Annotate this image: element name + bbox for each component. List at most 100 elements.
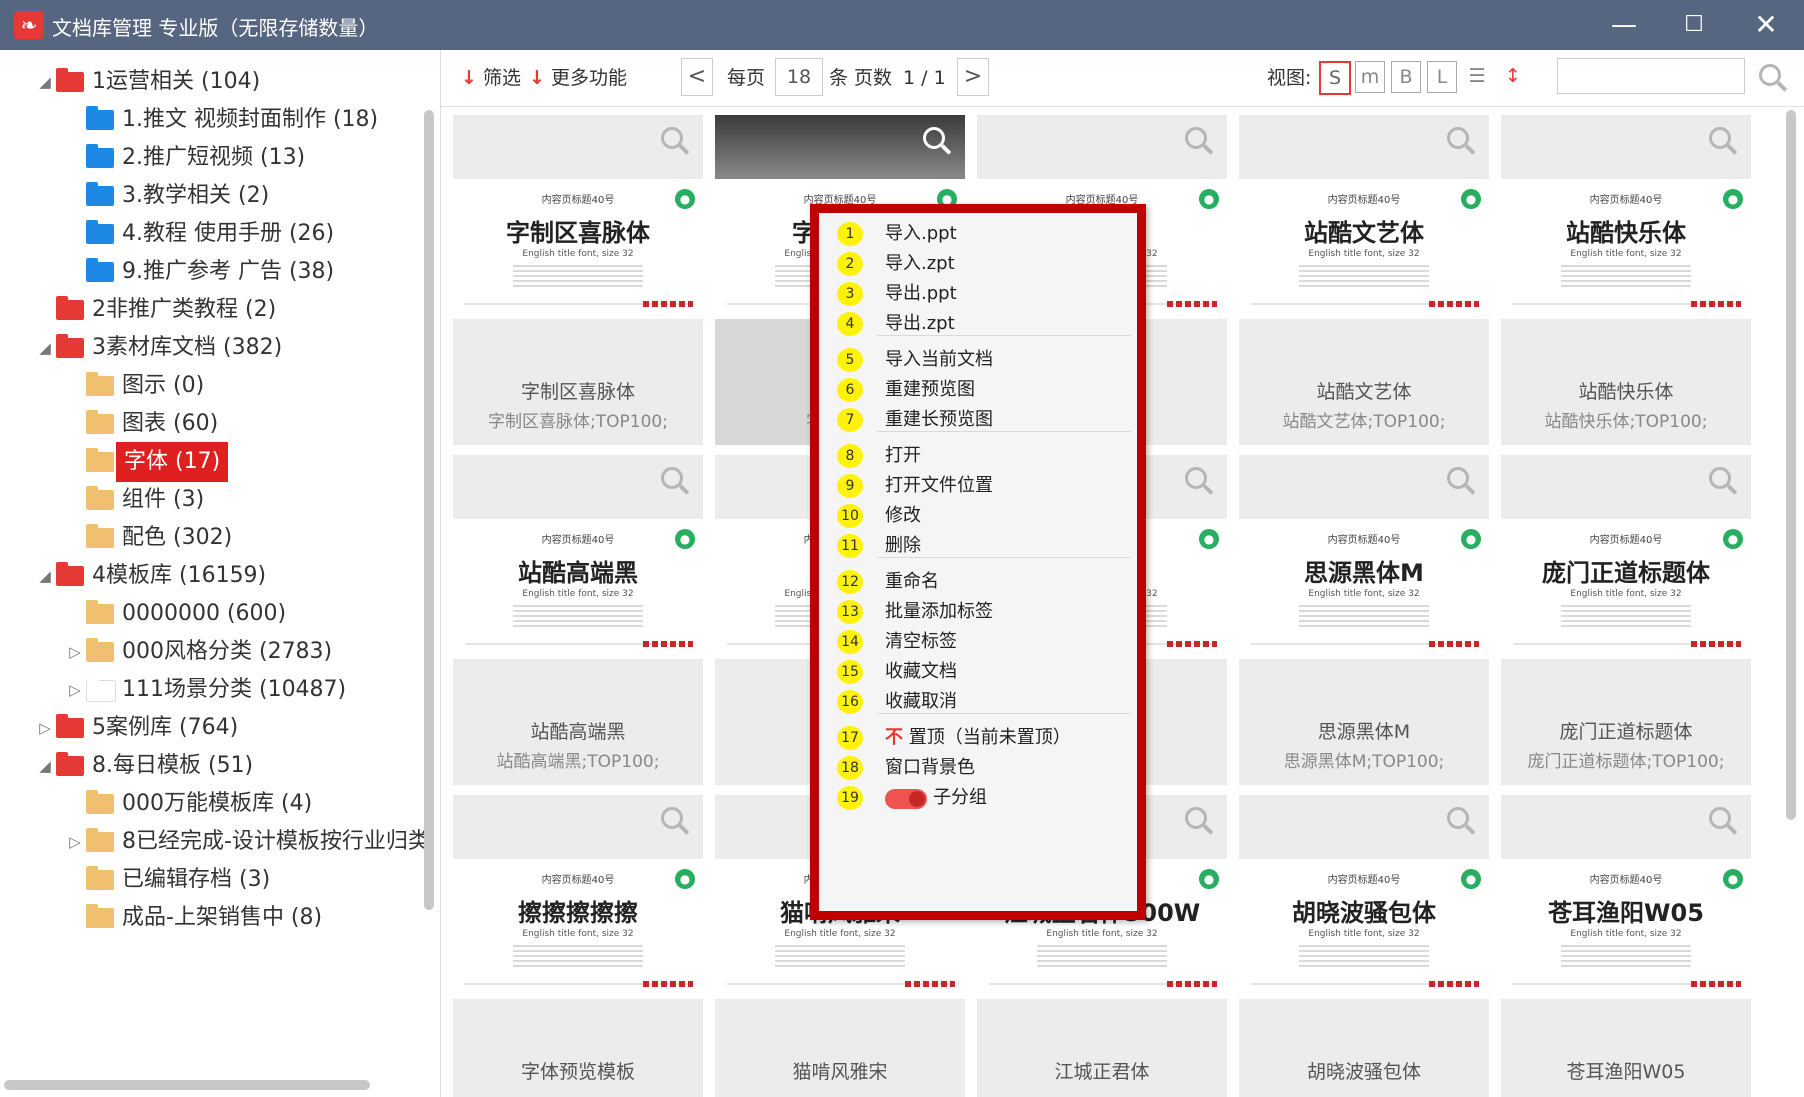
thumb-subtitle: 内容页标题40号 xyxy=(1589,535,1663,546)
menu-item[interactable]: 4 导出.zpt xyxy=(819,309,1137,339)
preview-zoom-icon[interactable] xyxy=(1709,467,1731,489)
ppt-badge-icon: ● xyxy=(1723,529,1743,549)
prev-page-button[interactable]: < xyxy=(681,58,713,96)
minimize-button[interactable]: — xyxy=(1600,6,1648,44)
preview-zoom-icon[interactable] xyxy=(1185,807,1207,829)
menu-item[interactable]: 11 删除 xyxy=(819,531,1137,561)
per-page-input[interactable]: 18 xyxy=(775,58,823,96)
step-number-badge: 15 xyxy=(837,660,863,684)
view-small-button[interactable]: S xyxy=(1319,61,1351,95)
expand-arrow-icon[interactable]: ◢ xyxy=(36,328,54,368)
preview-zoom-icon[interactable] xyxy=(661,807,683,829)
card-thumbnail: 内容页标题40号 站酷高端黑 English title font, size 32 xyxy=(453,519,703,659)
document-card[interactable]: 内容页标题40号 苍耳渔阳W05 English title font, size … xyxy=(1501,795,1751,1097)
thumb-subtitle: 内容页标题40号 xyxy=(1589,875,1663,886)
document-card[interactable]: 内容页标题40号 站酷文艺体 English title font, size 32… xyxy=(1239,115,1489,445)
document-card[interactable]: 内容页标题40号 胡晓波骚包体 English title font, size 3… xyxy=(1239,795,1489,1097)
close-button[interactable]: ✕ xyxy=(1742,6,1790,44)
menu-item[interactable]: 19 子分组 xyxy=(819,783,1137,813)
list-view-icon[interactable]: ☰ xyxy=(1463,61,1491,91)
preview-zoom-icon[interactable] xyxy=(1447,807,1469,829)
menu-item[interactable]: 12 重命名 xyxy=(819,567,1137,597)
document-card[interactable]: 内容页标题40号 擦擦擦擦擦 English title font, size 32… xyxy=(453,795,703,1097)
step-number-badge: 14 xyxy=(837,630,863,654)
document-card[interactable]: 内容页标题40号 庞门正道标题体 English title font, size … xyxy=(1501,455,1751,785)
menu-item[interactable]: 3 导出.ppt xyxy=(819,279,1137,309)
view-medium-button[interactable]: m xyxy=(1355,61,1385,93)
folder-icon xyxy=(86,828,114,852)
expand-arrow-icon[interactable]: ▷ xyxy=(66,632,84,672)
folder-icon xyxy=(86,600,114,624)
menu-item[interactable]: 10 修改 xyxy=(819,501,1137,531)
search-input[interactable] xyxy=(1557,58,1745,94)
menu-item[interactable]: 2 导入.zpt xyxy=(819,249,1137,279)
thumb-subtitle: 内容页标题40号 xyxy=(1327,535,1401,546)
thumb-title: 站酷快乐体 xyxy=(1566,219,1686,247)
thumb-color-dots xyxy=(1691,981,1741,987)
sidebar-item-label: 图表 (60) xyxy=(122,411,219,436)
card-thumbnail: 内容页标题40号 站酷文艺体 English title font, size 32 xyxy=(1239,179,1489,319)
card-name: 苍耳渔阳W05 xyxy=(1566,1061,1686,1083)
preview-zoom-icon[interactable] xyxy=(1709,127,1731,149)
menu-item[interactable]: 14 清空标签 xyxy=(819,627,1137,657)
preview-zoom-icon[interactable] xyxy=(661,127,683,149)
preview-zoom-icon[interactable] xyxy=(1447,127,1469,149)
thumb-subtitle: 内容页标题40号 xyxy=(1327,195,1401,206)
card-name: 胡晓波骚包体 xyxy=(1306,1061,1421,1083)
thumb-title: 擦擦擦擦擦 xyxy=(518,899,638,927)
preview-zoom-icon[interactable] xyxy=(1185,467,1207,489)
sidebar-item-label: 1.推文 视频封面制作 (18) xyxy=(122,107,379,132)
preview-zoom-icon[interactable] xyxy=(923,127,945,149)
expand-arrow-icon[interactable]: ▷ xyxy=(66,670,84,710)
expand-arrow-icon[interactable]: ▷ xyxy=(66,822,84,862)
expand-arrow-icon[interactable]: ◢ xyxy=(36,746,54,786)
next-page-button[interactable]: > xyxy=(957,58,989,96)
menu-item[interactable]: 7 重建长预览图 xyxy=(819,405,1137,435)
menu-item[interactable]: 17 不 置顶（当前未置顶） xyxy=(819,723,1137,753)
filter-button[interactable]: ↓ 筛选 xyxy=(461,64,521,92)
preview-zoom-icon[interactable] xyxy=(1447,467,1469,489)
menu-item-label: 批量添加标签 xyxy=(885,601,993,622)
thumb-text-lines xyxy=(513,265,643,287)
preview-zoom-icon[interactable] xyxy=(1185,127,1207,149)
thumb-title: 苍耳渔阳W05 xyxy=(1548,899,1704,927)
expand-arrow-icon[interactable]: ▷ xyxy=(36,708,54,748)
expand-arrow-icon[interactable]: ◢ xyxy=(36,556,54,596)
folder-icon xyxy=(86,486,114,510)
thumb-english-line: English title font, size 32 xyxy=(1308,589,1420,599)
menu-item[interactable]: 18 窗口背景色 xyxy=(819,753,1137,783)
expand-arrow-icon[interactable]: ◢ xyxy=(36,62,54,102)
filter-label: 筛选 xyxy=(482,67,521,89)
maximize-button[interactable]: ☐ xyxy=(1670,6,1718,44)
content-scrollbar[interactable] xyxy=(1786,110,1796,820)
step-number-badge: 11 xyxy=(837,534,863,558)
sidebar-horizontal-scrollbar[interactable] xyxy=(4,1080,370,1090)
thumb-text-lines xyxy=(1037,945,1167,967)
preview-zoom-icon[interactable] xyxy=(661,467,683,489)
document-card[interactable]: 内容页标题40号 思源黑体M English title font, size 32… xyxy=(1239,455,1489,785)
thumb-title: 站酷文艺体 xyxy=(1304,219,1424,247)
sidebar-scrollbar[interactable] xyxy=(424,110,434,910)
menu-item[interactable]: 15 收藏文档 xyxy=(819,657,1137,687)
view-large-button[interactable]: L xyxy=(1427,61,1457,93)
menu-item[interactable]: 1 导入.ppt xyxy=(819,219,1137,249)
search-icon[interactable] xyxy=(1759,64,1781,86)
menu-item[interactable]: 5 导入当前文档 xyxy=(819,345,1137,375)
menu-item[interactable]: 9 打开文件位置 xyxy=(819,471,1137,501)
sidebar-item-label: 组件 (3) xyxy=(122,487,205,512)
menu-item[interactable]: 13 批量添加标签 xyxy=(819,597,1137,627)
thumb-subtitle: 内容页标题40号 xyxy=(1589,195,1663,206)
document-card[interactable]: 内容页标题40号 字制区喜脉体 English title font, size 3… xyxy=(453,115,703,445)
sort-icon[interactable]: ↕ xyxy=(1499,61,1527,91)
subgroup-toggle[interactable] xyxy=(885,789,927,809)
thumb-text-lines xyxy=(1561,265,1691,287)
preview-zoom-icon[interactable] xyxy=(1709,807,1731,829)
menu-item-label: 重建长预览图 xyxy=(885,409,993,430)
menu-item[interactable]: 16 收藏取消 xyxy=(819,687,1137,717)
view-big-button[interactable]: B xyxy=(1391,61,1421,93)
menu-item[interactable]: 8 打开 xyxy=(819,441,1137,471)
menu-item[interactable]: 6 重建预览图 xyxy=(819,375,1137,405)
document-card[interactable]: 内容页标题40号 站酷高端黑 English title font, size 32… xyxy=(453,455,703,785)
more-functions-button[interactable]: ↓ 更多功能 xyxy=(529,64,627,92)
document-card[interactable]: 内容页标题40号 站酷快乐体 English title font, size 32… xyxy=(1501,115,1751,445)
